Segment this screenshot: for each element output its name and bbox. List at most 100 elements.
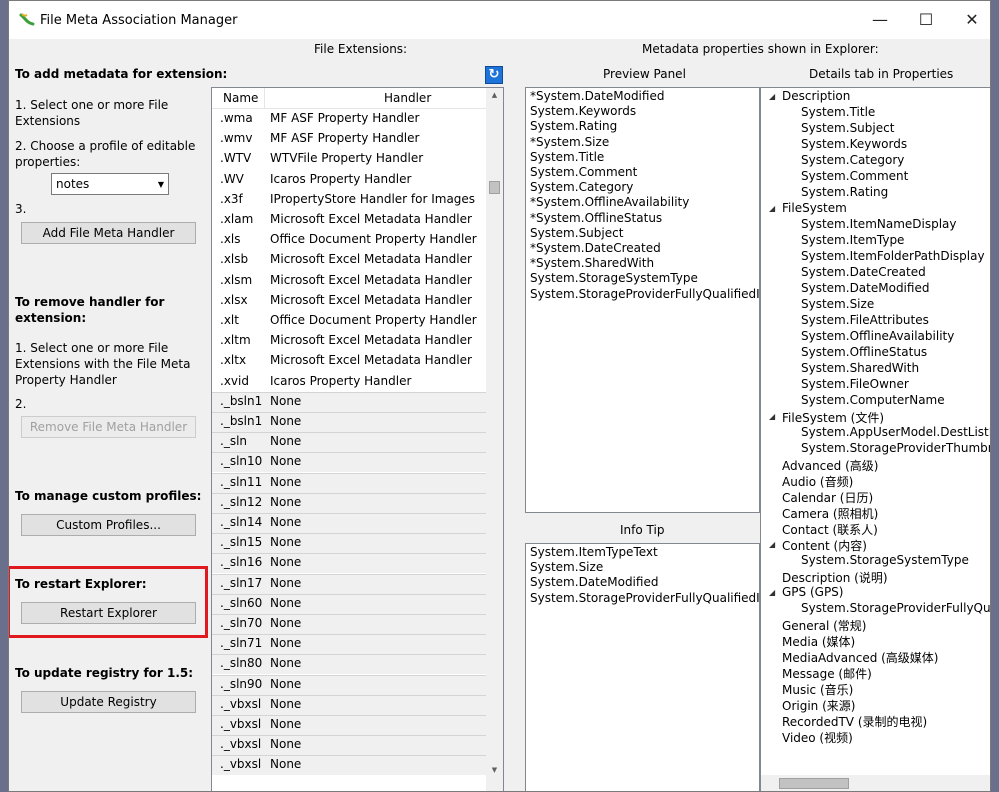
scroll-thumb[interactable] [489, 181, 500, 194]
extension-row[interactable]: .x3f IPropertyStore Handler for Images [212, 190, 487, 210]
scroll-up-icon[interactable]: ▲ [486, 91, 503, 99]
tree-group[interactable]: Camera (照相机) [782, 505, 878, 522]
profile-select[interactable]: notes ▼ [51, 173, 169, 195]
tree-property[interactable]: System.StorageSystemType [801, 553, 969, 567]
extension-row[interactable]: ._sln60 None [212, 593, 487, 614]
tree-group[interactable]: Contact (联系人) [782, 521, 878, 538]
tree-property[interactable]: System.Rating [801, 185, 888, 199]
refresh-button[interactable]: ↻ [485, 66, 503, 84]
extensions-list[interactable]: Name Handler .wma MF ASF Property Handler… [211, 87, 504, 791]
tree-property[interactable]: System.Subject [801, 121, 894, 135]
extension-row[interactable]: .wmv MF ASF Property Handler [212, 129, 487, 149]
tree-property[interactable]: System.ComputerName [801, 393, 945, 407]
tree-group[interactable]: Description [782, 89, 850, 103]
column-divider[interactable] [264, 88, 265, 108]
extension-row[interactable]: .xltx Microsoft Excel Metadata Handler [212, 351, 487, 371]
preview-property-item[interactable]: System.StorageSystemType [530, 271, 698, 285]
infotip-property-item[interactable]: System.ItemTypeText [530, 545, 658, 559]
tree-property[interactable]: System.Comment [801, 169, 908, 183]
extension-row[interactable]: ._sln12 None [212, 492, 487, 513]
column-header-handler[interactable]: Handler [384, 91, 431, 105]
tree-group[interactable]: Media (媒体) [782, 633, 855, 650]
preview-property-item[interactable]: *System.DateModified [530, 89, 664, 103]
preview-property-item[interactable]: System.Keywords [530, 104, 636, 118]
maximize-button[interactable]: ☐ [903, 1, 949, 39]
infotip-property-item[interactable]: System.DateModified [530, 575, 658, 589]
tree-property[interactable]: System.Category [801, 153, 904, 167]
extension-row[interactable]: ._sln71 None [212, 634, 487, 655]
extension-row[interactable]: ._sln None [212, 432, 487, 453]
tree-property[interactable]: System.Size [801, 297, 874, 311]
preview-property-item[interactable]: *System.Size [530, 135, 609, 149]
minimize-button[interactable]: — [857, 1, 903, 39]
extension-row[interactable]: .xlsx Microsoft Excel Metadata Handler [212, 291, 487, 311]
preview-property-item[interactable]: System.Subject [530, 226, 623, 240]
extension-row[interactable]: ._vbxsl None [212, 694, 487, 715]
column-header-name[interactable]: Name [223, 91, 258, 105]
expand-toggle-icon[interactable]: ◢ [769, 204, 775, 213]
extension-row[interactable]: ._vbxsl None [212, 755, 487, 776]
update-registry-button[interactable]: Update Registry [21, 691, 196, 713]
extension-row[interactable]: ._sln17 None [212, 573, 487, 594]
extension-row[interactable]: .xltm Microsoft Excel Metadata Handler [212, 331, 487, 351]
preview-property-item[interactable]: System.Comment [530, 165, 637, 179]
extension-row[interactable]: .xlt Office Document Property Handler [212, 311, 487, 331]
tree-group[interactable]: Video (视频) [782, 729, 853, 746]
restart-explorer-button[interactable]: Restart Explorer [21, 602, 196, 624]
details-horizontal-scrollbar[interactable] [761, 775, 990, 791]
tree-group[interactable]: GPS (GPS) [782, 585, 843, 599]
tree-property[interactable]: System.OfflineStatus [801, 345, 927, 359]
extension-row[interactable]: .xvid Icaros Property Handler [212, 372, 487, 392]
tree-property[interactable]: System.ItemNameDisplay [801, 217, 957, 231]
tree-property[interactable]: System.Keywords [801, 137, 907, 151]
extensions-vertical-scrollbar[interactable]: ▲ ▼ [486, 88, 503, 791]
tree-property[interactable]: System.ItemType [801, 233, 904, 247]
extension-row[interactable]: .WV Icaros Property Handler [212, 170, 487, 190]
tree-group[interactable]: MediaAdvanced (高级媒体) [782, 649, 939, 666]
tree-property[interactable]: System.DateCreated [801, 265, 926, 279]
tree-property[interactable]: System.StorageProviderThumbna [801, 441, 990, 455]
expand-toggle-icon[interactable]: ◢ [769, 412, 775, 421]
close-button[interactable]: ✕ [949, 1, 990, 39]
tree-group[interactable]: RecordedTV (录制的电视) [782, 713, 927, 730]
extension-row[interactable]: ._sln16 None [212, 553, 487, 574]
infotip-property-item[interactable]: System.StorageProviderFullyQualifiedId [530, 591, 759, 605]
tree-group[interactable]: Origin (来源) [782, 697, 855, 714]
remove-file-meta-handler-button[interactable]: Remove File Meta Handler [21, 416, 196, 438]
extension-row[interactable]: .xlam Microsoft Excel Metadata Handler [212, 210, 487, 230]
expand-toggle-icon[interactable]: ◢ [769, 92, 775, 101]
tree-group[interactable]: FileSystem (文件) [782, 409, 884, 426]
extension-row[interactable]: ._sln90 None [212, 674, 487, 695]
infotip-property-item[interactable]: System.Size [530, 560, 603, 574]
preview-property-item[interactable]: *System.SharedWith [530, 256, 654, 270]
tree-group[interactable]: Advanced (高级) [782, 457, 878, 474]
tree-group[interactable]: Message (邮件) [782, 665, 872, 682]
preview-property-item[interactable]: System.Title [530, 150, 604, 164]
tree-group[interactable]: Content (内容) [782, 537, 867, 554]
tree-property[interactable]: System.FileAttributes [801, 313, 929, 327]
extension-row[interactable]: .xlsb Microsoft Excel Metadata Handler [212, 250, 487, 270]
tree-property[interactable]: System.Title [801, 105, 875, 119]
scroll-down-icon[interactable]: ▼ [486, 766, 503, 774]
preview-panel-list[interactable]: *System.DateModified System.Keywords Syste… [525, 87, 760, 513]
extension-row[interactable]: .xls Office Document Property Handler [212, 230, 487, 250]
tree-property[interactable]: System.StorageProviderFullyQual [801, 601, 990, 615]
expand-toggle-icon[interactable]: ◢ [769, 588, 775, 597]
horizontal-scroll-thumb[interactable] [779, 778, 849, 789]
extension-row[interactable]: ._vbxsl None [212, 735, 487, 756]
extension-row[interactable]: .xlsm Microsoft Excel Metadata Handler [212, 271, 487, 291]
tree-group[interactable]: Description (说明) [782, 569, 888, 586]
tree-group[interactable]: Audio (音频) [782, 473, 853, 490]
extension-row[interactable]: ._sln15 None [212, 533, 487, 554]
tree-property[interactable]: System.SharedWith [801, 361, 919, 375]
preview-property-item[interactable]: *System.OfflineStatus [530, 211, 662, 225]
extension-row[interactable]: ._vbxsl None [212, 715, 487, 735]
tree-property[interactable]: System.AppUserModel.DestListLo [801, 425, 990, 439]
extension-row[interactable]: ._sln70 None [212, 614, 487, 634]
preview-property-item[interactable]: System.Rating [530, 119, 617, 133]
tree-property[interactable]: System.FileOwner [801, 377, 909, 391]
details-tree[interactable]: ◢ Description System.Title System.Subject Sy… [760, 87, 990, 791]
extension-row[interactable]: .WTV WTVFile Property Handler [212, 149, 487, 169]
preview-property-item[interactable]: *System.OfflineAvailability [530, 195, 689, 209]
tree-group[interactable]: FileSystem [782, 201, 847, 215]
